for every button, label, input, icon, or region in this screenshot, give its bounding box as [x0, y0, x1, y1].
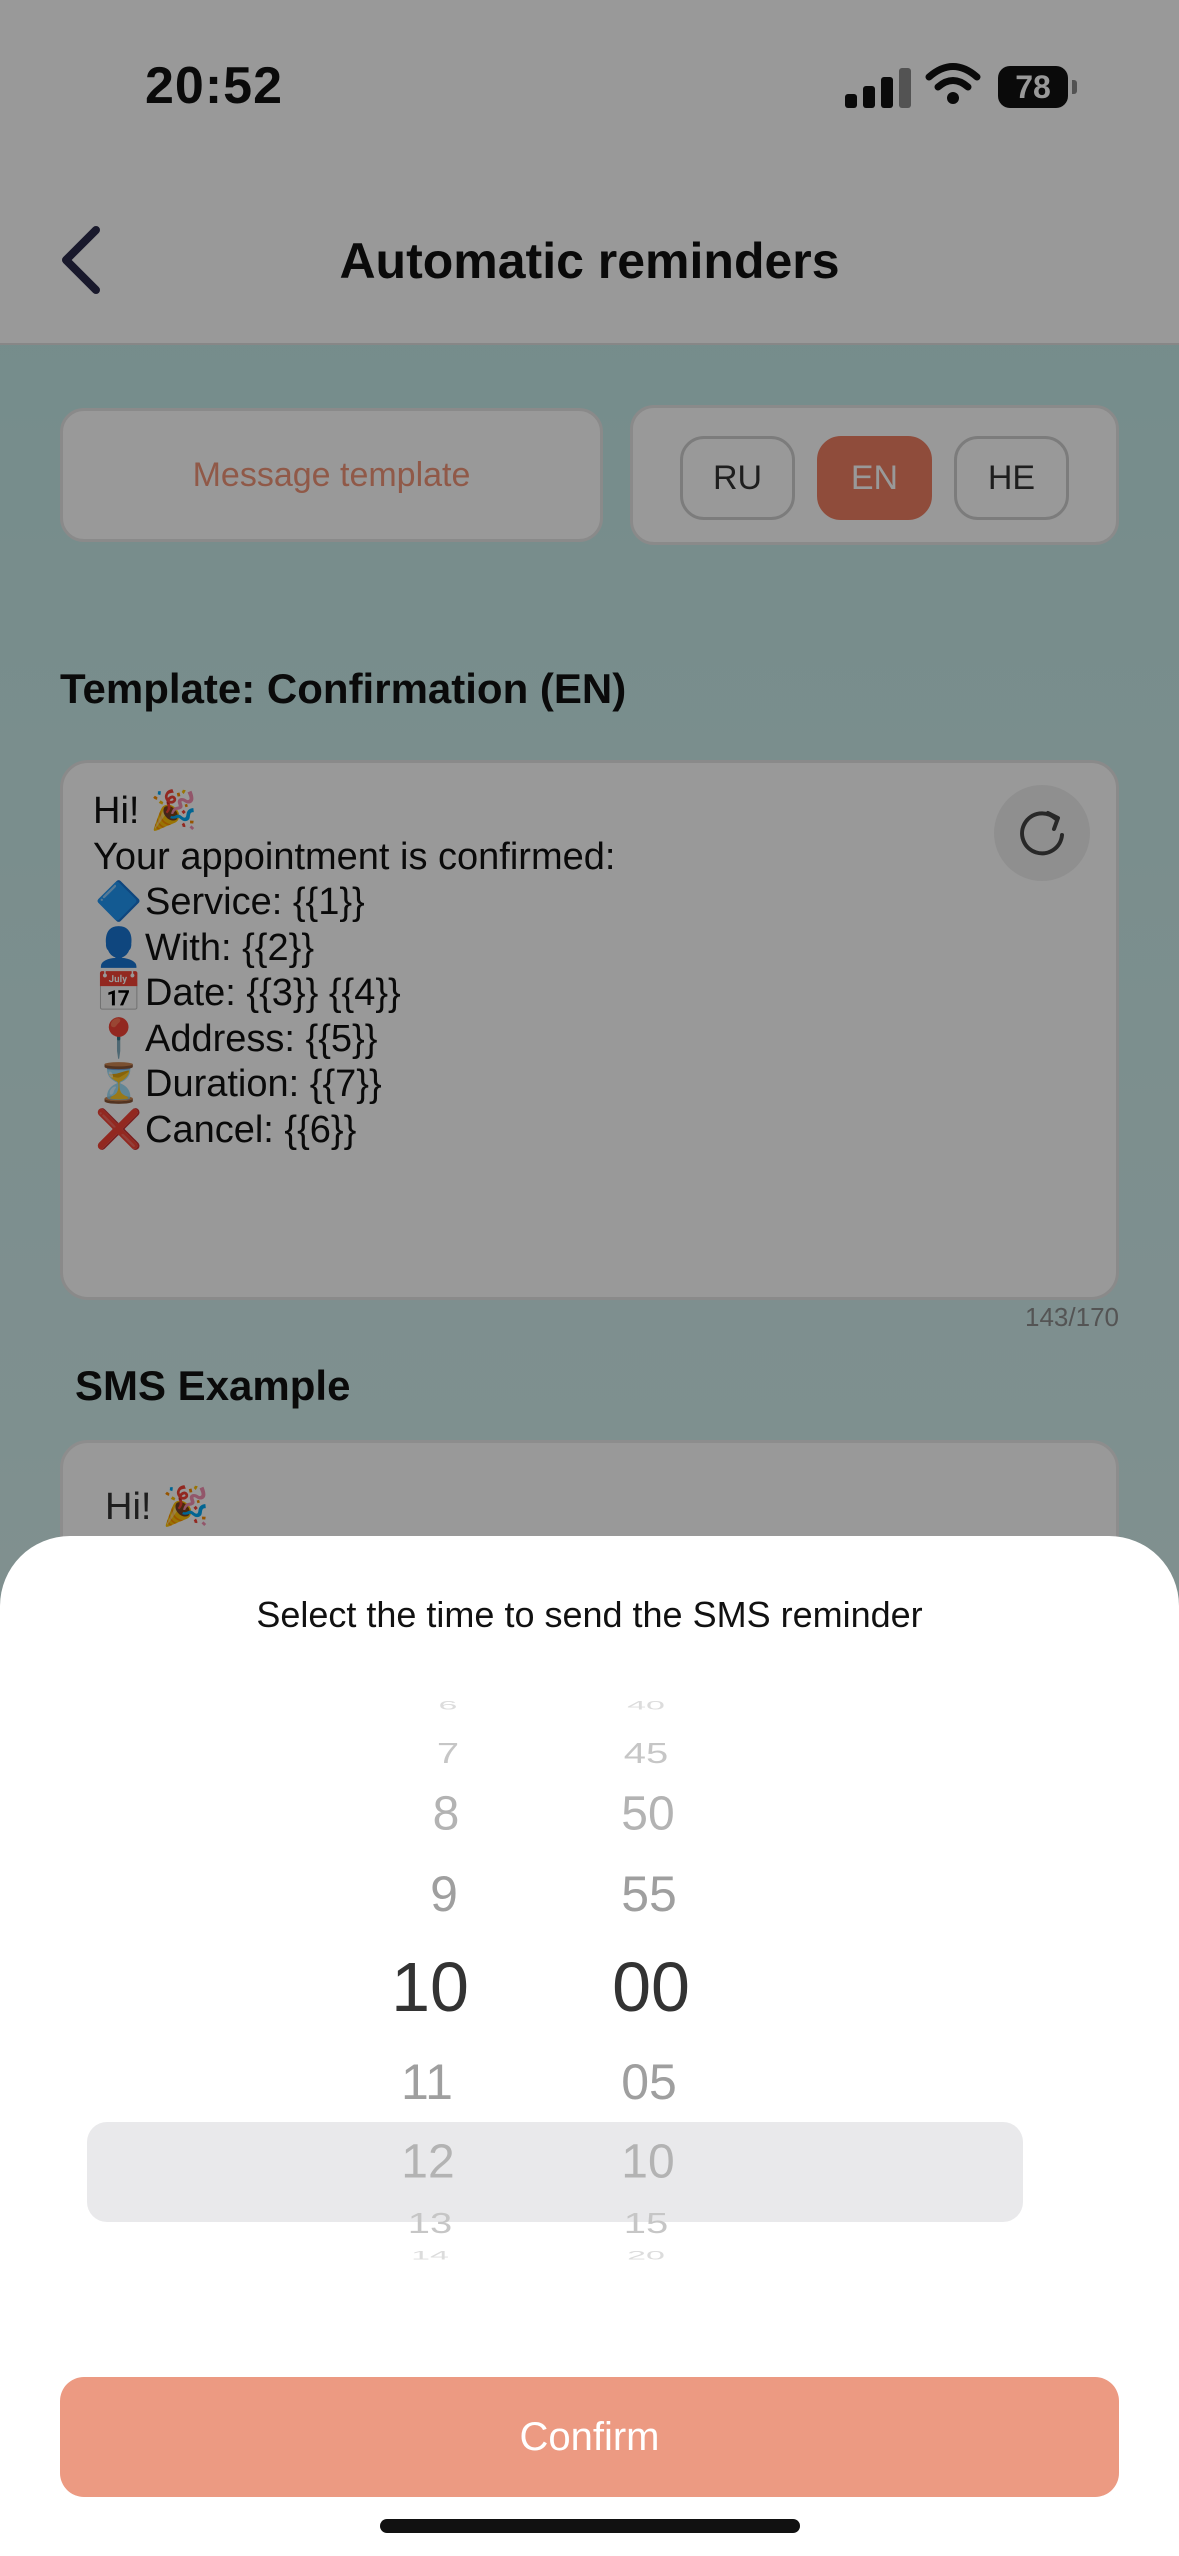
minute-option[interactable]: 20	[627, 2249, 665, 2263]
selected-hour[interactable]: 10	[391, 1947, 469, 2027]
minute-option[interactable]: 55	[621, 1865, 677, 1923]
time-picker: 6 7 8 9 10 11 12 13 14 40 45 50 55 00 05…	[0, 1699, 1179, 2316]
minute-option[interactable]: 15	[624, 2208, 669, 2240]
hour-option[interactable]: 6	[439, 1699, 458, 1713]
minute-option[interactable]: 10	[621, 2135, 674, 2190]
minute-option[interactable]: 40	[627, 1699, 665, 1713]
hour-option[interactable]: 13	[408, 2208, 453, 2240]
home-indicator	[380, 2519, 800, 2533]
hour-option[interactable]: 12	[401, 2135, 454, 2190]
sheet-title: Select the time to send the SMS reminder	[256, 1594, 923, 1635]
minute-option[interactable]: 05	[621, 2053, 677, 2111]
selection-highlight	[87, 2122, 1023, 2222]
selected-minute[interactable]: 00	[612, 1947, 690, 2027]
hour-option[interactable]: 11	[401, 2053, 453, 2111]
hour-option[interactable]: 14	[411, 2249, 449, 2263]
hour-option[interactable]: 9	[430, 1865, 458, 1923]
confirm-button[interactable]: Confirm	[60, 2377, 1119, 2497]
minute-option[interactable]: 45	[624, 1738, 669, 1770]
minute-option[interactable]: 50	[621, 1787, 674, 1842]
hour-option[interactable]: 8	[433, 1787, 460, 1842]
hour-option[interactable]: 7	[437, 1738, 459, 1770]
